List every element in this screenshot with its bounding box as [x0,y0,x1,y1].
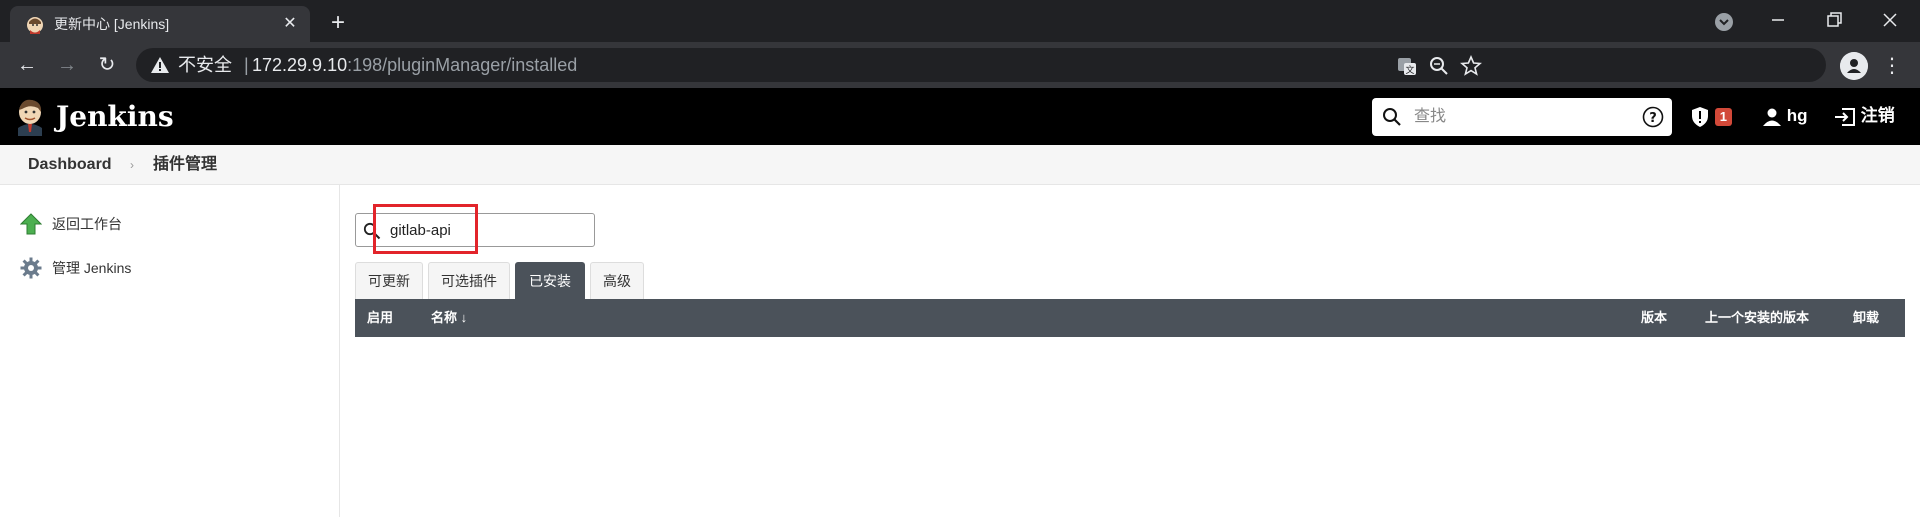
browser-tab-strip: 更新中心 [Jenkins] ✕ + [0,0,1920,42]
profile-avatar-icon[interactable] [1840,52,1868,80]
forward-button[interactable]: → [54,52,80,78]
svg-text:?: ? [1649,111,1657,126]
jenkins-search-input[interactable] [1414,104,1634,130]
user-menu-button[interactable]: hg [1762,104,1808,128]
alert-count-badge: 1 [1714,107,1732,126]
address-bar[interactable]: 不安全 | 172.29.9.10:198/pluginManager/inst… [136,48,1826,82]
tab-title: 更新中心 [Jenkins] [54,16,170,32]
breadcrumb-chevron-icon[interactable]: › [130,156,134,174]
logout-icon [1835,107,1855,126]
tab-advanced[interactable]: 高级 [590,262,644,299]
column-previous-version[interactable]: 上一个安装的版本 [1705,309,1809,327]
annotation-highlight-box [373,204,478,254]
tab-installed[interactable]: 已安装 [515,262,585,299]
help-icon[interactable]: ? [1642,106,1664,128]
url-text[interactable]: 172.29.9.10:198/pluginManager/installed [252,55,577,75]
jenkins-logo-icon[interactable] [14,98,46,136]
jenkins-title[interactable]: Jenkins [56,100,174,134]
installed-plugins-table-header: 启用 名称 ↓ 版本 上一个安装的版本 卸载 [355,299,1905,337]
shield-icon [1692,106,1708,127]
browser-menu-button[interactable]: ⋮ [1882,52,1902,80]
breadcrumb-dashboard[interactable]: Dashboard [28,156,112,174]
warning-icon[interactable] [150,55,170,75]
user-icon [1763,108,1781,126]
url-path: :198/pluginManager/installed [347,55,578,75]
sidebar-item-back-to-dashboard[interactable]: 返回工作台 [20,211,122,237]
bookmark-star-icon[interactable] [1460,55,1482,77]
column-name[interactable]: 名称 ↓ [431,309,467,327]
tab-available[interactable]: 可选插件 [428,262,510,299]
close-window-icon[interactable] [1878,8,1902,32]
minimize-icon[interactable] [1766,8,1790,32]
breadcrumb: Dashboard › 插件管理 [0,145,1920,185]
url-separator: | [244,55,249,75]
security-alerts-button[interactable]: 1 [1690,104,1732,128]
url-host: 172.29.9.10 [252,55,348,75]
svg-text:文: 文 [1405,64,1414,76]
back-button[interactable]: ← [14,52,40,78]
browser-tab[interactable]: 更新中心 [Jenkins] ✕ [10,6,310,42]
column-version[interactable]: 版本 [1641,309,1667,327]
side-panel: 返回工作台 管理 Jenkins [0,185,340,517]
search-icon [1383,108,1401,126]
restore-icon[interactable] [1822,8,1846,32]
translate-icon[interactable]: 文 [1396,55,1418,77]
column-enabled[interactable]: 启用 [367,309,393,327]
gear-icon [20,257,42,279]
breadcrumb-plugin-manager[interactable]: 插件管理 [153,156,217,174]
jenkins-search-box: ? [1372,98,1672,136]
sidebar-item-manage-jenkins[interactable]: 管理 Jenkins [20,255,131,281]
tab-close-icon[interactable]: ✕ [280,14,300,34]
logout-label: 注销 [1860,106,1895,125]
insecure-label[interactable]: 不安全 [178,55,232,75]
tab-search-icon[interactable] [1712,10,1736,34]
column-uninstall[interactable]: 卸载 [1853,309,1879,327]
reload-button[interactable]: ↻ [94,52,120,78]
up-arrow-icon [20,213,42,235]
new-tab-button[interactable]: + [324,10,352,38]
user-name: hg [1786,106,1808,125]
jenkins-header: Jenkins ? 1 hg 注销 [0,88,1920,145]
zoom-icon[interactable] [1428,55,1450,77]
tab-updates[interactable]: 可更新 [355,262,423,299]
sidebar-item-label: 返回工作台 [52,216,122,232]
jenkins-favicon-icon [27,17,43,34]
sidebar-item-label: 管理 Jenkins [52,260,132,276]
browser-toolbar: ← → ↻ 不安全 | 172.29.9.10:198/pluginManage… [0,42,1920,88]
logout-button[interactable]: 注销 [1834,104,1895,128]
